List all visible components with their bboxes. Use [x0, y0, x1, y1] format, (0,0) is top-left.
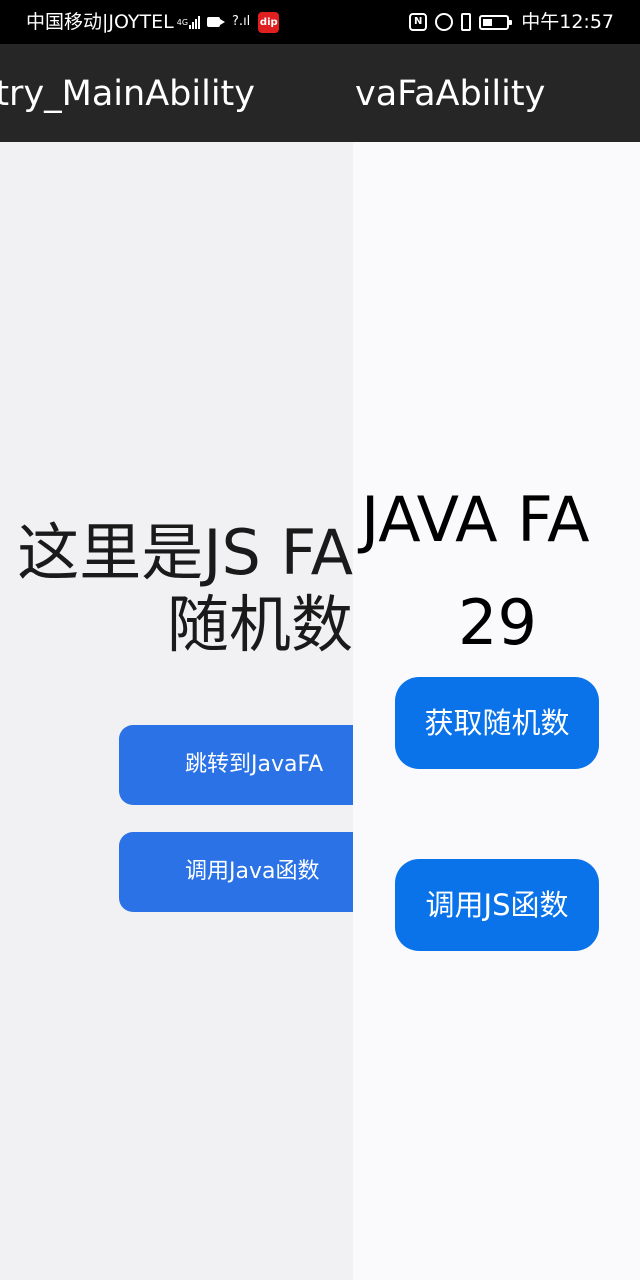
signal-icon: [189, 15, 201, 29]
js-fa-heading-line1: 这里是JS FA: [17, 516, 353, 589]
clock: 中午12:57: [521, 11, 614, 33]
app-notification-icon: dip: [258, 11, 280, 33]
random-number-value: 29: [458, 586, 537, 659]
camera-icon: [207, 17, 226, 27]
battery-icon: [479, 14, 513, 30]
java-fa-heading-line1: JAVA FA: [361, 483, 590, 556]
call-java-function-button[interactable]: 调用Java函数: [119, 832, 353, 912]
network-type-label: 4G: [176, 17, 189, 27]
java-fa-page: JAVA FA 29 获取随机数 调用JS函数: [353, 142, 640, 1280]
call-js-function-button[interactable]: 调用JS函数: [395, 859, 599, 951]
left-page-title: ntry_MainAbility: [0, 74, 255, 114]
carrier-label: 中国移动|JOYTEL: [26, 11, 174, 33]
status-left: 中国移动|JOYTEL 4G ?.ıl dip: [26, 0, 280, 44]
screen: 中国移动|JOYTEL 4G ?.ıl dip N 中午12:57 ntry_M…: [0, 0, 640, 1280]
status-bar: 中国移动|JOYTEL 4G ?.ıl dip N 中午12:57: [0, 0, 640, 44]
jump-to-javafa-button[interactable]: 跳转到JavaFA: [119, 725, 353, 805]
right-page-title: vaFaAbility: [355, 74, 546, 114]
js-fa-heading: 这里是JS FA 随机数: [0, 517, 353, 661]
js-fa-heading-line2: 随机数: [166, 588, 353, 661]
vibrate-icon: [461, 13, 472, 31]
get-random-number-button[interactable]: 获取随机数: [395, 677, 599, 769]
alarm-icon: [435, 13, 454, 31]
js-fa-page: 这里是JS FA 随机数 跳转到JavaFA 调用Java函数: [0, 142, 353, 1280]
nfc-icon: N: [409, 13, 428, 31]
title-bar: ntry_MainAbility vaFaAbility: [0, 44, 640, 142]
secondary-signal-label: ?.ıl: [232, 14, 251, 29]
status-right: N 中午12:57: [409, 0, 614, 44]
